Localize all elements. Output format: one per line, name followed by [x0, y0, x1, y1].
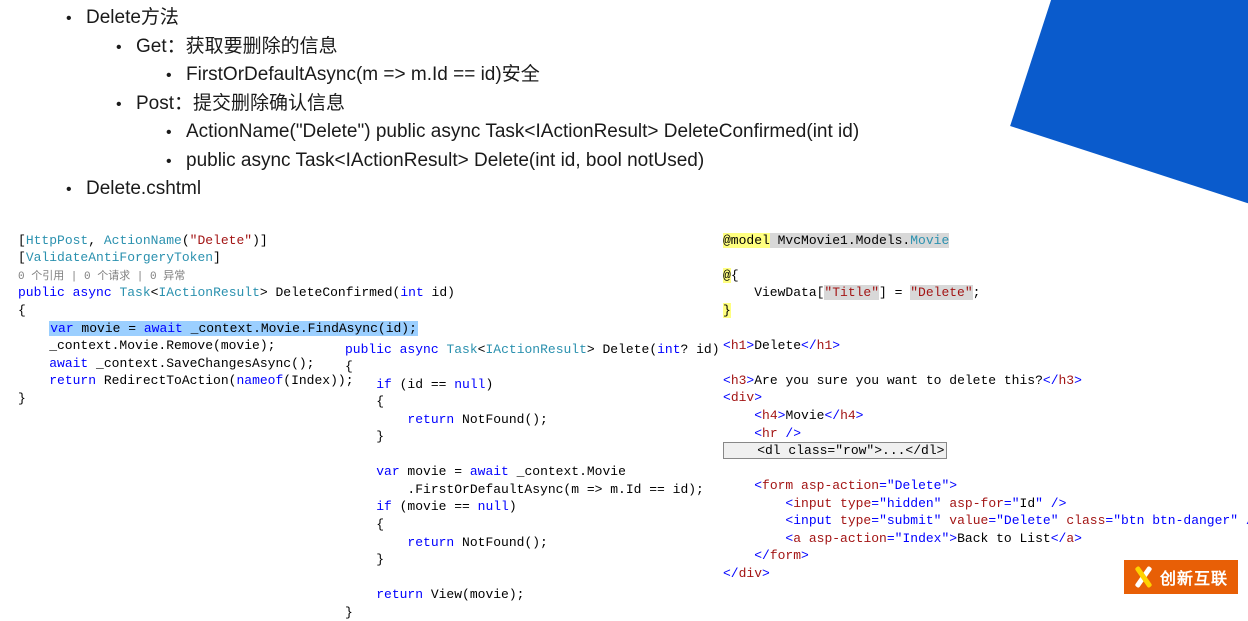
brand-logo: 创新互联: [1124, 560, 1238, 594]
bullet-delete-cshtml: Delete.cshtml: [66, 175, 1248, 204]
logo-x-icon: [1130, 564, 1156, 590]
code-delete-get: public async Task<IActionResult> Delete(…: [345, 323, 720, 621]
code-razor-view: @model MvcMovie1.Models.Movie @{ ViewDat…: [723, 214, 1248, 582]
logo-text: 创新互联: [1160, 565, 1228, 589]
collapsed-region[interactable]: <dl class="row">...</dl>: [723, 442, 947, 459]
